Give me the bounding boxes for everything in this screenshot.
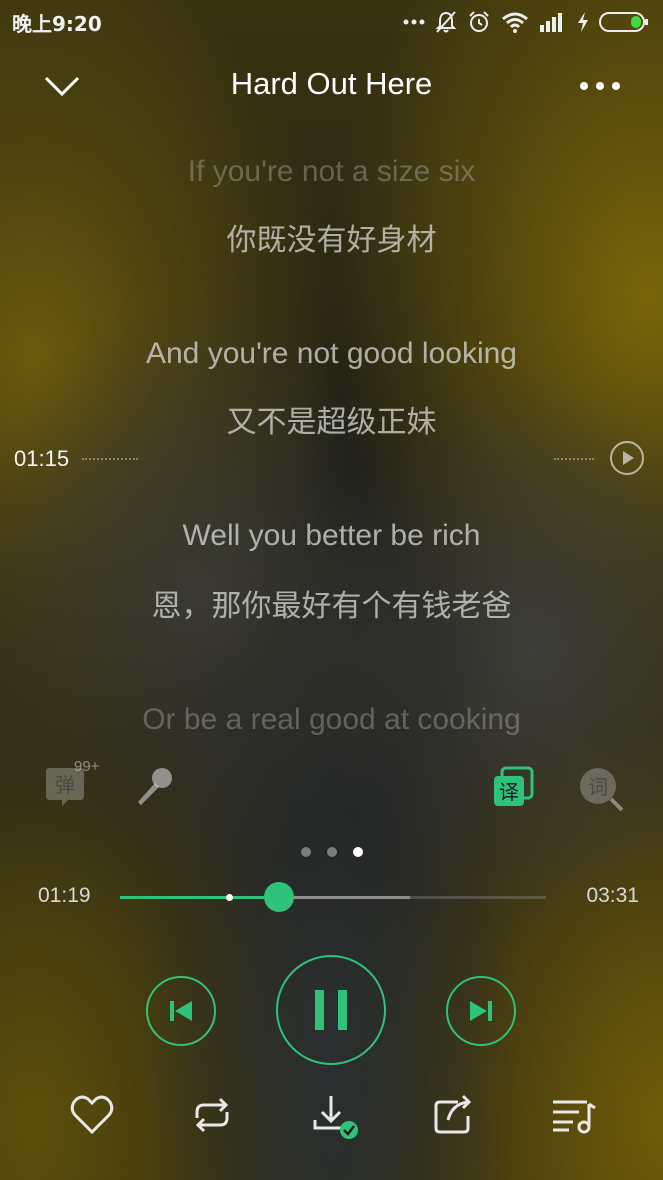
share-button[interactable] — [428, 1090, 478, 1140]
lyric-line-en: And you're not good looking — [145, 337, 517, 370]
more-horizontal-icon — [580, 82, 620, 90]
lyrics-search-icon: 词 — [580, 768, 624, 812]
page-dot[interactable] — [327, 847, 337, 857]
status-icons — [403, 8, 649, 36]
seek-guide-line — [554, 458, 594, 460]
more-dots-icon — [403, 19, 425, 25]
status-time: 晚上9:20 — [12, 12, 102, 36]
download-button[interactable] — [307, 1090, 358, 1140]
karaoke-button[interactable] — [130, 764, 178, 812]
repeat-icon — [195, 1097, 229, 1133]
microphone-icon — [138, 768, 172, 805]
battery-icon — [599, 12, 648, 32]
next-button[interactable] — [446, 976, 516, 1046]
lyrics-search-button[interactable]: 词 — [578, 766, 626, 814]
translate-button[interactable]: 译 — [490, 764, 538, 812]
lyric-line-zh: 又不是超级正妹 — [226, 405, 437, 440]
alarm-icon — [469, 11, 489, 32]
more-options-button[interactable] — [575, 74, 625, 98]
previous-button[interactable] — [146, 976, 216, 1046]
lyric-line-zh: 恩，那你最好有个有钱老爸 — [151, 589, 512, 624]
download-done-icon — [313, 1096, 358, 1139]
heart-icon — [70, 1095, 114, 1135]
repeat-button[interactable] — [187, 1090, 237, 1140]
page-dot[interactable] — [301, 847, 311, 857]
svg-text:弹: 弹 — [55, 773, 75, 797]
charging-icon — [578, 12, 588, 32]
current-time: 01:19 — [38, 884, 91, 907]
playlist-button[interactable] — [549, 1090, 599, 1140]
skip-previous-icon — [170, 1001, 192, 1021]
progress-fill — [120, 896, 279, 899]
bell-muted-icon — [435, 11, 457, 33]
signal-icon — [540, 13, 562, 32]
seek-time: 01:15 — [14, 446, 70, 471]
translate-icon: 译 — [494, 766, 534, 806]
progress-marker — [226, 894, 233, 901]
song-title: Hard Out Here — [230, 66, 433, 101]
pause-button[interactable] — [276, 955, 386, 1065]
page-dot-active[interactable] — [353, 847, 363, 857]
skip-next-icon — [470, 1001, 492, 1021]
svg-text:译: 译 — [499, 780, 519, 804]
lyric-line-en: Or be a real good at cooking — [142, 703, 521, 736]
favorite-button[interactable] — [67, 1090, 117, 1140]
share-icon — [434, 1094, 472, 1134]
seek-guide-line — [82, 458, 138, 460]
lyric-line-zh: 你既没有好身材 — [226, 223, 437, 258]
play-from-here-button[interactable] — [609, 440, 645, 476]
svg-text:词: 词 — [588, 775, 608, 799]
danmaku-count-badge: 99+ — [74, 758, 100, 775]
total-time: 03:31 — [586, 884, 639, 907]
playlist-icon — [553, 1100, 596, 1134]
progress-thumb[interactable] — [264, 882, 294, 912]
play-circle-icon — [610, 441, 644, 475]
lyric-line-en: If you're not a size six — [187, 155, 476, 188]
pause-icon — [315, 990, 347, 1030]
lyric-line-en: Well you better be rich — [182, 519, 481, 552]
wifi-icon — [502, 12, 528, 33]
